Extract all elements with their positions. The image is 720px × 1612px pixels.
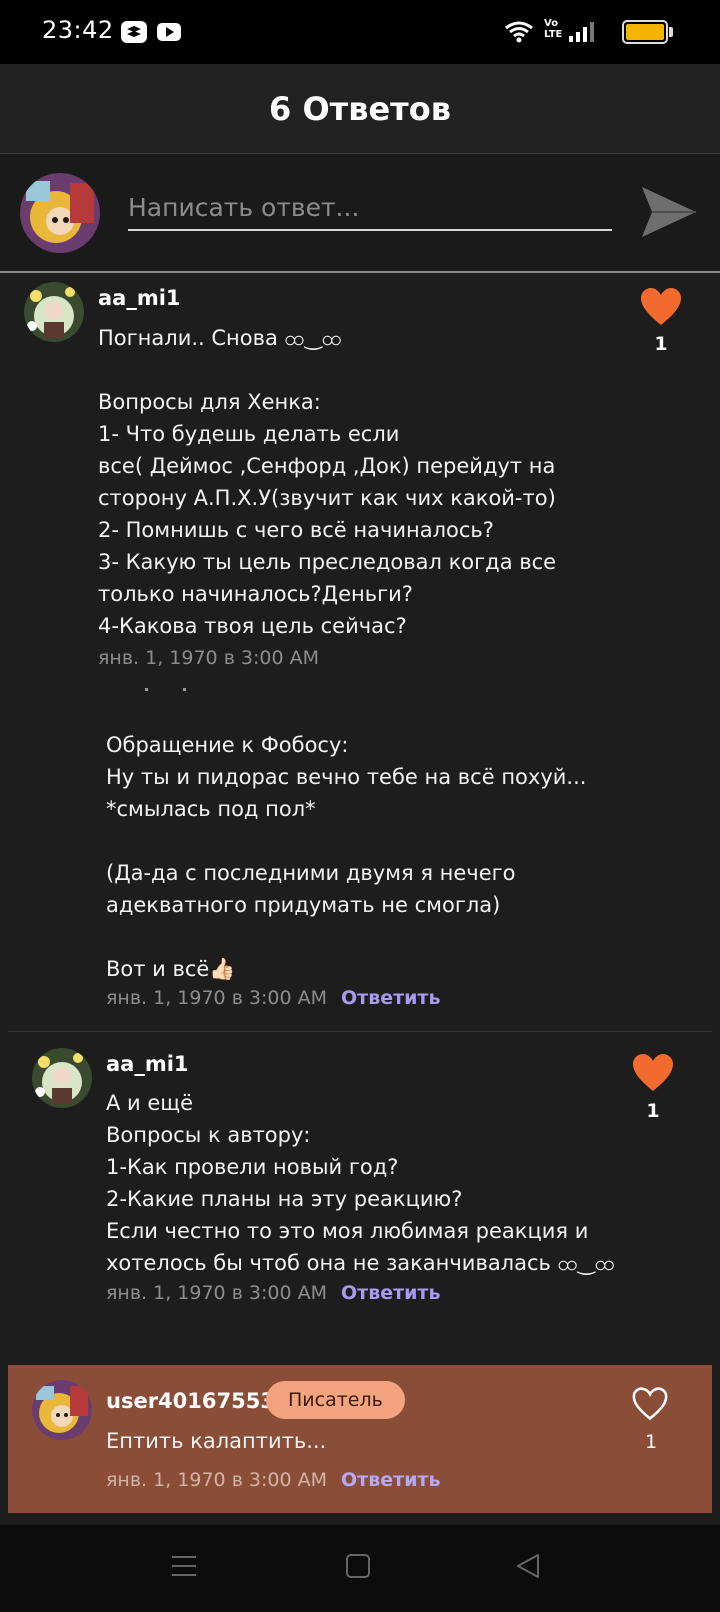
comment-text: Ептить калаптить... <box>106 1429 327 1453</box>
comment-timestamp: янв. 1, 1970 в 3:00 AM <box>106 1469 328 1491</box>
system-nav-bar <box>0 1525 720 1612</box>
my-avatar[interactable] <box>20 173 100 253</box>
separator-dots <box>183 688 186 691</box>
comment-timestamp: янв. 1, 1970 в 3:00 AM <box>98 647 320 669</box>
reply-input[interactable] <box>128 185 612 231</box>
comment-username[interactable]: aa_mi1 <box>106 1052 189 1076</box>
wifi-icon <box>505 21 533 43</box>
page-title: 6 Ответов <box>269 89 451 128</box>
reply-link[interactable]: Ответить <box>341 987 440 1009</box>
reply-composer <box>0 155 720 273</box>
like-count: 1 <box>646 1100 660 1122</box>
reply-link[interactable]: Ответить <box>341 1282 440 1304</box>
volte-icon: Vo LTE <box>544 18 563 40</box>
replies-header: 6 Ответов <box>0 64 720 154</box>
divider <box>8 1031 712 1032</box>
menu-icon[interactable] <box>170 1552 198 1580</box>
heart-outline-icon[interactable] <box>632 1387 668 1421</box>
comment-timestamp: янв. 1, 1970 в 3:00 AM <box>106 987 328 1009</box>
status-time: 23:42 <box>42 16 114 44</box>
comment-date: янв. 1, 1970 в 3:00 AM <box>98 647 319 669</box>
comment-username[interactable]: user40167553 <box>106 1389 275 1413</box>
comment-list: aa_mi1 Погнали.. Снова ထ‿ထ Вопросы для Х… <box>0 275 720 1525</box>
avatar[interactable] <box>32 1380 92 1440</box>
avatar[interactable] <box>24 282 84 342</box>
comment-meta: янв. 1, 1970 в 3:00 AM Ответить <box>106 1469 440 1491</box>
comment-text: Обращение к Фобосу: Ну ты и пидорас вечн… <box>106 733 587 981</box>
separator-dots <box>145 688 148 691</box>
avatar[interactable] <box>32 1048 92 1108</box>
comment-text: Погнали.. Снова ထ‿ထ Вопросы для Хенка: 1… <box>98 326 557 638</box>
writer-badge: Писатель <box>266 1381 405 1419</box>
signal-icon <box>569 22 594 42</box>
comment-text: А и ещё Вопросы к автору: 1-Как провели … <box>106 1091 616 1275</box>
comment-item-highlighted: user40167553 Писатель Ептить калаптить..… <box>8 1365 712 1513</box>
back-icon[interactable] <box>514 1552 542 1580</box>
app-notification-icon <box>121 21 147 43</box>
home-icon[interactable] <box>344 1552 372 1580</box>
like-count: 1 <box>644 1431 658 1453</box>
status-bar: 23:42 Vo LTE <box>0 0 720 64</box>
send-icon[interactable] <box>640 183 698 241</box>
battery-tip <box>669 27 673 37</box>
comment-username[interactable]: aa_mi1 <box>98 286 181 310</box>
battery-icon <box>622 20 668 44</box>
youtube-icon <box>157 23 181 41</box>
comment-timestamp: янв. 1, 1970 в 3:00 AM <box>106 1282 328 1304</box>
reply-link[interactable]: Ответить <box>341 1469 440 1491</box>
comment-meta: янв. 1, 1970 в 3:00 AM Ответить <box>106 1282 440 1304</box>
comment-meta: янв. 1, 1970 в 3:00 AM Ответить <box>106 987 440 1009</box>
heart-filled-icon[interactable] <box>632 1053 674 1093</box>
like-count: 1 <box>654 333 668 355</box>
heart-filled-icon[interactable] <box>640 287 682 327</box>
